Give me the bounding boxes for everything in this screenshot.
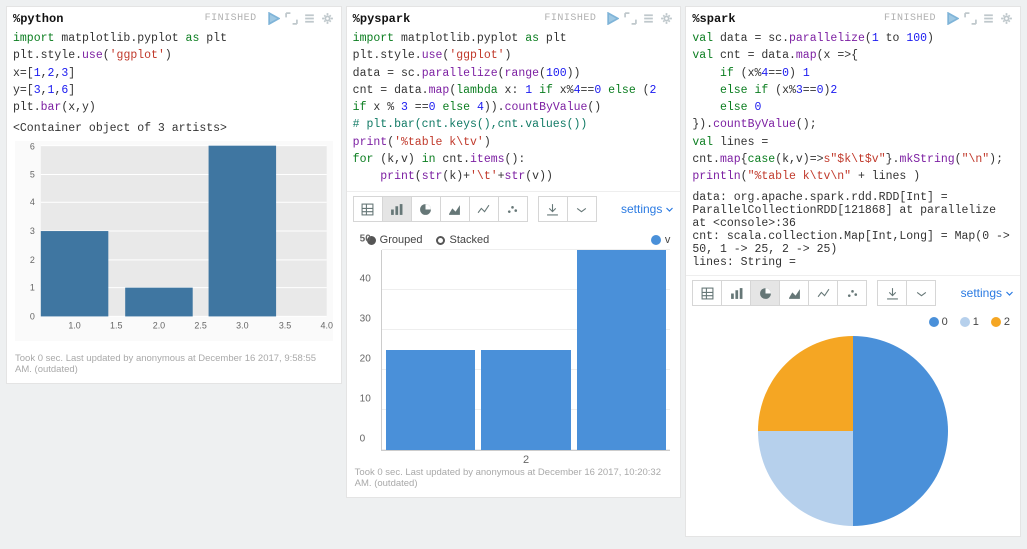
x-category: 2 bbox=[523, 454, 529, 466]
svg-text:5: 5 bbox=[30, 170, 35, 180]
svg-text:1: 1 bbox=[30, 283, 35, 293]
settings-link[interactable]: settings bbox=[621, 202, 674, 216]
pie-legend: 0 1 2 bbox=[686, 316, 1010, 328]
cell-header: %spark FINISHED bbox=[686, 7, 1020, 26]
code-block[interactable]: import matplotlib.pyplot as plt plt.styl… bbox=[353, 30, 675, 185]
svg-text:4.0: 4.0 bbox=[321, 321, 333, 331]
play-icon[interactable] bbox=[605, 11, 620, 26]
legend-2[interactable]: 2 bbox=[991, 316, 1010, 328]
viz-toolbar: settings bbox=[686, 275, 1020, 310]
cell-header: %pyspark FINISHED bbox=[347, 7, 681, 26]
cell-pyspark: %pyspark FINISHED import matplotlib.pypl… bbox=[346, 6, 682, 498]
viz-pie-icon[interactable] bbox=[750, 280, 780, 306]
bar-chart-area: Grouped Stacked v 0 10 20 30 40 50 2 bbox=[347, 226, 681, 461]
viz-bar-icon[interactable] bbox=[721, 280, 751, 306]
viz-table-icon[interactable] bbox=[692, 280, 722, 306]
matplotlib-output: 0 1 2 3 4 5 6 1.0 1.5 2.0 2.5 3.0 3.5 4.… bbox=[15, 141, 333, 341]
mode-stacked[interactable]: Stacked bbox=[436, 234, 489, 246]
list-icon[interactable] bbox=[981, 11, 996, 26]
bar-chart: 0 10 20 30 40 50 2 bbox=[381, 250, 671, 451]
cell-status: FINISHED bbox=[884, 13, 936, 24]
interpreter-magic: %python bbox=[13, 12, 63, 26]
svg-text:4: 4 bbox=[30, 197, 35, 207]
cell-spark: %spark FINISHED val data = sc.paralleliz… bbox=[685, 6, 1021, 537]
cell-status: FINISHED bbox=[205, 13, 257, 24]
bar-chart: 0 1 2 3 4 5 6 1.0 1.5 2.0 2.5 3.0 3.5 4.… bbox=[15, 141, 333, 336]
expand-icon[interactable] bbox=[963, 11, 978, 26]
svg-text:1.0: 1.0 bbox=[68, 321, 80, 331]
svg-text:3: 3 bbox=[30, 226, 35, 236]
pie-chart bbox=[686, 332, 1020, 536]
list-icon[interactable] bbox=[641, 11, 656, 26]
legend-0[interactable]: 0 bbox=[929, 316, 948, 328]
expand-icon[interactable] bbox=[623, 11, 638, 26]
viz-pie-icon[interactable] bbox=[411, 196, 441, 222]
svg-text:3.0: 3.0 bbox=[236, 321, 248, 331]
gear-icon[interactable] bbox=[320, 11, 335, 26]
bar-legend: Grouped Stacked v bbox=[367, 234, 671, 246]
expand-icon[interactable] bbox=[284, 11, 299, 26]
settings-link[interactable]: settings bbox=[961, 286, 1014, 300]
svg-text:0: 0 bbox=[30, 312, 35, 322]
code-block[interactable]: import matplotlib.pyplot as plt plt.styl… bbox=[13, 30, 335, 116]
cell-footnote: Took 0 sec. Last updated by anonymous at… bbox=[347, 461, 681, 497]
viz-line-icon[interactable] bbox=[469, 196, 499, 222]
svg-text:1.5: 1.5 bbox=[110, 321, 122, 331]
viz-bar-icon[interactable] bbox=[382, 196, 412, 222]
notebook-board: %python FINISHED import matplotlib.pyplo… bbox=[0, 0, 1027, 543]
gear-icon[interactable] bbox=[999, 11, 1014, 26]
text-output: <Container object of 3 artists> bbox=[13, 122, 335, 135]
svg-text:6: 6 bbox=[30, 142, 35, 152]
series-v[interactable]: v bbox=[651, 234, 671, 246]
gear-icon[interactable] bbox=[659, 11, 674, 26]
svg-text:3.5: 3.5 bbox=[279, 321, 291, 331]
viz-table-icon[interactable] bbox=[353, 196, 383, 222]
legend-1[interactable]: 1 bbox=[960, 316, 979, 328]
viz-area-icon[interactable] bbox=[440, 196, 470, 222]
viz-area-icon[interactable] bbox=[779, 280, 809, 306]
viz-scatter-icon[interactable] bbox=[498, 196, 528, 222]
svg-text:2.5: 2.5 bbox=[194, 321, 206, 331]
list-icon[interactable] bbox=[302, 11, 317, 26]
cell-footnote: Took 0 sec. Last updated by anonymous at… bbox=[7, 347, 341, 383]
svg-text:2: 2 bbox=[30, 255, 35, 265]
cell-python: %python FINISHED import matplotlib.pyplo… bbox=[6, 6, 342, 384]
viz-toolbar: settings bbox=[347, 191, 681, 226]
cell-status: FINISHED bbox=[544, 13, 596, 24]
interpreter-magic: %pyspark bbox=[353, 12, 411, 26]
download-menu-icon[interactable] bbox=[567, 196, 597, 222]
viz-scatter-icon[interactable] bbox=[837, 280, 867, 306]
play-icon[interactable] bbox=[945, 11, 960, 26]
code-block[interactable]: val data = sc.parallelize(1 to 100) val … bbox=[692, 30, 1014, 185]
cell-header: %python FINISHED bbox=[7, 7, 341, 26]
viz-line-icon[interactable] bbox=[808, 280, 838, 306]
text-output: data: org.apache.spark.rdd.RDD[Int] = Pa… bbox=[692, 191, 1014, 269]
download-icon[interactable] bbox=[538, 196, 568, 222]
download-menu-icon[interactable] bbox=[906, 280, 936, 306]
svg-text:2.0: 2.0 bbox=[153, 321, 165, 331]
play-icon[interactable] bbox=[266, 11, 281, 26]
interpreter-magic: %spark bbox=[692, 12, 735, 26]
mode-grouped[interactable]: Grouped bbox=[367, 234, 423, 246]
download-icon[interactable] bbox=[877, 280, 907, 306]
